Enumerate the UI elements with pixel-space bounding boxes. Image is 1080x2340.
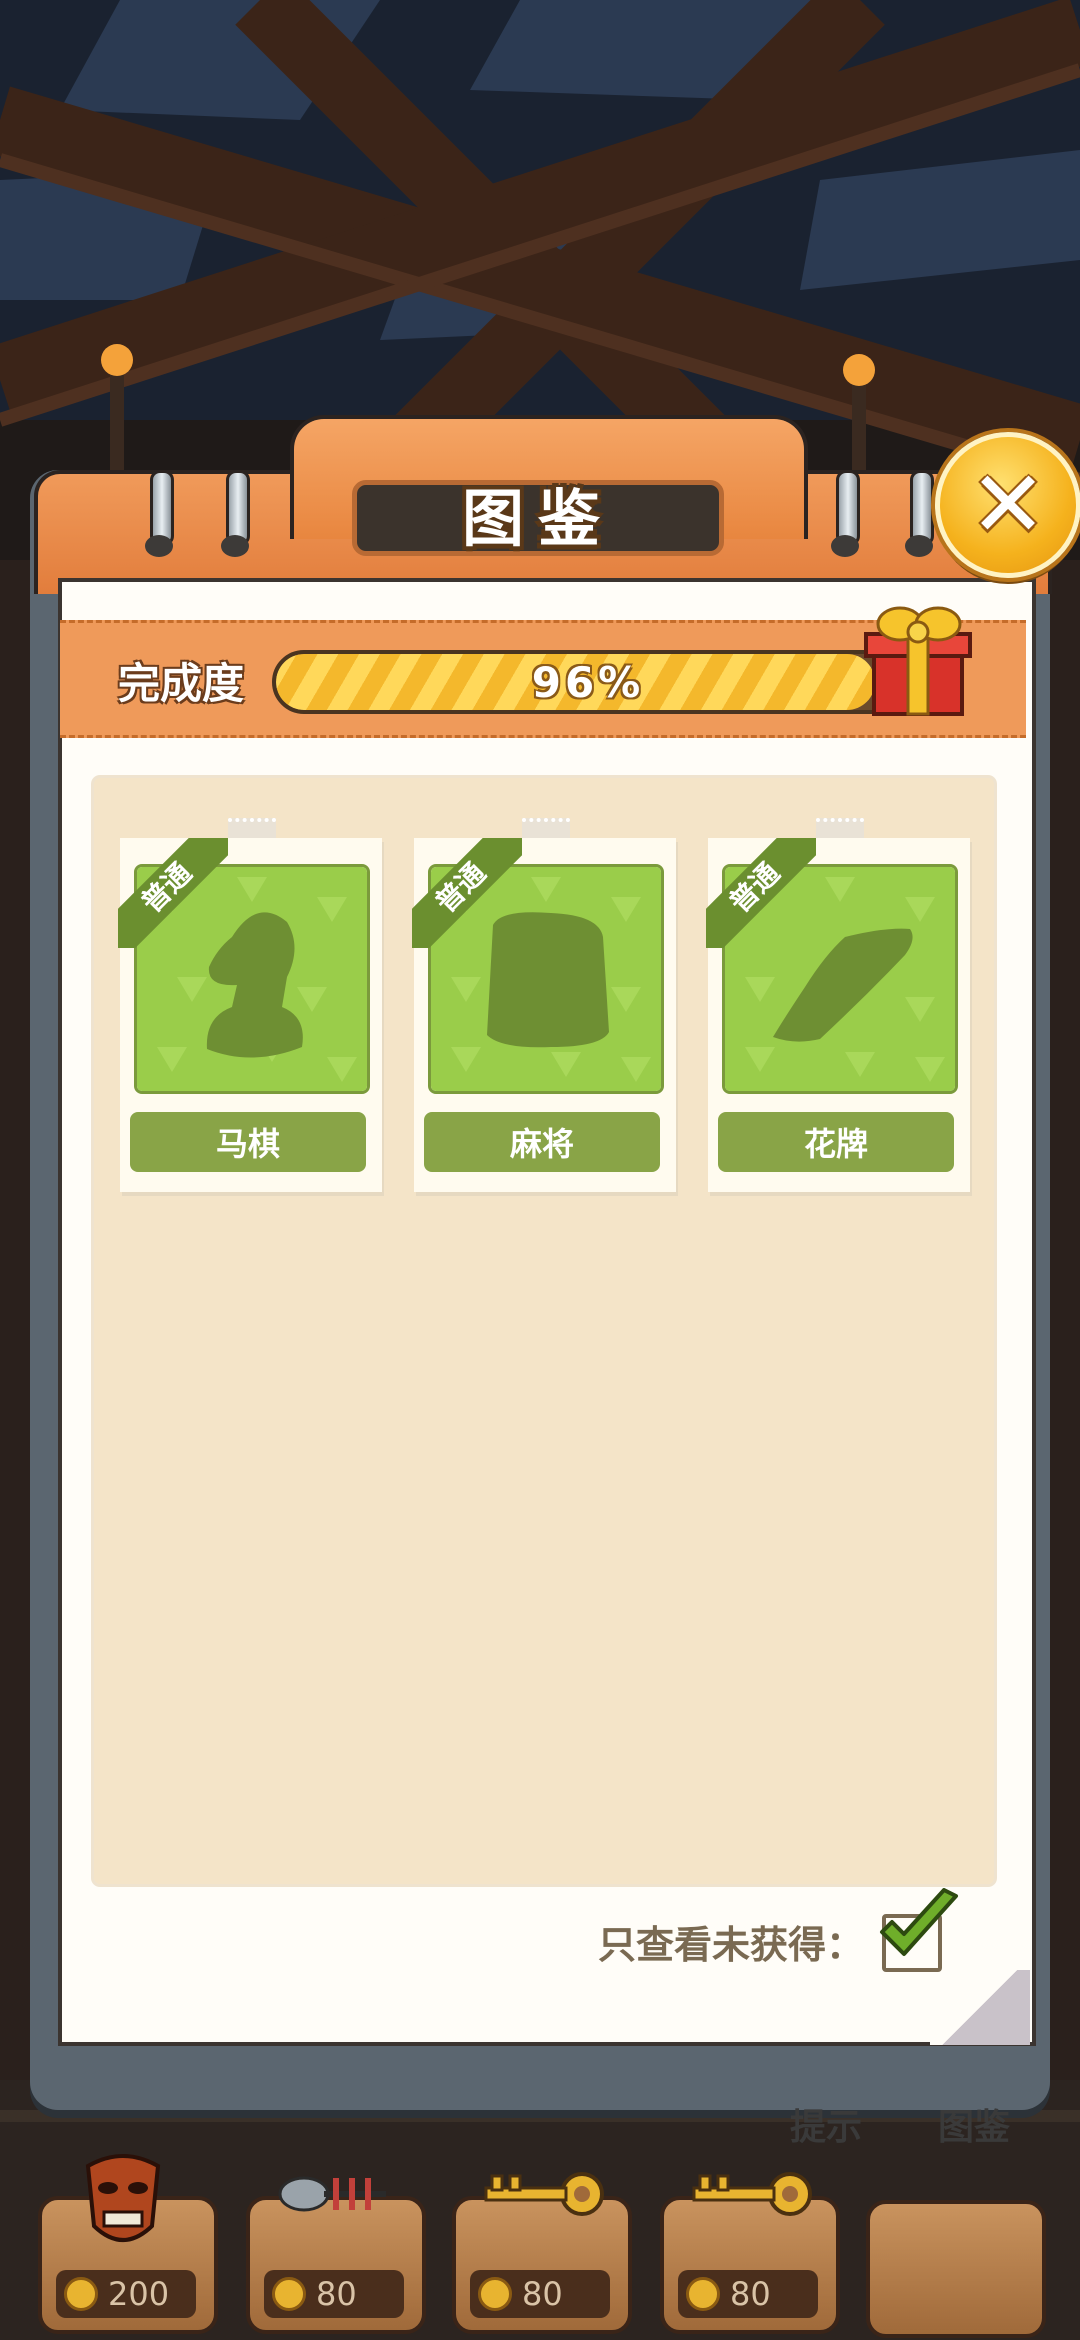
item-price: 200 <box>56 2270 196 2318</box>
binder-ring <box>221 470 250 557</box>
rarity-badge: 普通 <box>412 838 522 948</box>
rarity-badge: 普通 <box>118 838 228 948</box>
unobtained-only-checkbox[interactable] <box>880 1888 958 1972</box>
coin-icon <box>478 2277 512 2311</box>
key-icon <box>692 2172 812 2216</box>
collection-card[interactable]: 普通 马棋 <box>118 838 382 1192</box>
item-price: 80 <box>264 2270 404 2318</box>
gift-box-icon[interactable] <box>860 600 976 720</box>
price-value: 80 <box>522 2275 563 2313</box>
fish-bone-icon <box>278 2176 386 2212</box>
coin-icon <box>686 2277 720 2311</box>
rarity-badge-label: 普通 <box>706 838 816 948</box>
coin-icon <box>272 2277 306 2311</box>
item-slot-key[interactable]: 80 <box>452 2172 632 2334</box>
gallery-label: 图鉴 <box>938 2107 1011 2148</box>
rarity-badge-label: 普通 <box>412 838 522 948</box>
close-button[interactable]: ✕ <box>935 432 1080 578</box>
rarity-badge: 普通 <box>706 838 816 948</box>
page-curl <box>930 1970 1030 2045</box>
card-name: 麻将 <box>424 1112 660 1172</box>
item-price: 80 <box>470 2270 610 2318</box>
close-icon: ✕ <box>969 451 1047 558</box>
progress-percent: 96% <box>531 657 645 707</box>
hint-label: 提示 <box>790 2107 863 2148</box>
filter-label: 只查看未获得： <box>598 1923 865 1967</box>
coin-icon <box>64 2277 98 2311</box>
key-icon <box>484 2172 604 2216</box>
page-title: 图鉴 <box>461 482 614 555</box>
binder-ring <box>905 470 934 557</box>
card-name: 花牌 <box>718 1112 954 1172</box>
price-value: 80 <box>730 2275 771 2313</box>
title-plate: 图鉴 <box>352 480 724 556</box>
progress-label: 完成度 <box>118 659 245 708</box>
item-slot-fish[interactable]: 80 <box>246 2176 426 2334</box>
binder-ring <box>831 470 860 557</box>
price-value: 200 <box>108 2275 170 2313</box>
item-slot-mask[interactable]: 200 <box>38 2154 218 2334</box>
item-slot-empty[interactable] <box>866 2200 1046 2338</box>
mask-icon <box>85 2154 161 2242</box>
binder-ring <box>145 470 174 557</box>
collection-card[interactable]: 普通 花牌 <box>706 838 970 1192</box>
collection-card[interactable]: 普通 麻将 <box>412 838 676 1192</box>
item-price: 80 <box>678 2270 818 2318</box>
price-value: 80 <box>316 2275 357 2313</box>
checkmark-icon <box>880 1888 958 1956</box>
item-slot-key[interactable]: 80 <box>660 2172 840 2334</box>
card-name: 马棋 <box>130 1112 366 1172</box>
rarity-badge-label: 普通 <box>118 838 228 948</box>
